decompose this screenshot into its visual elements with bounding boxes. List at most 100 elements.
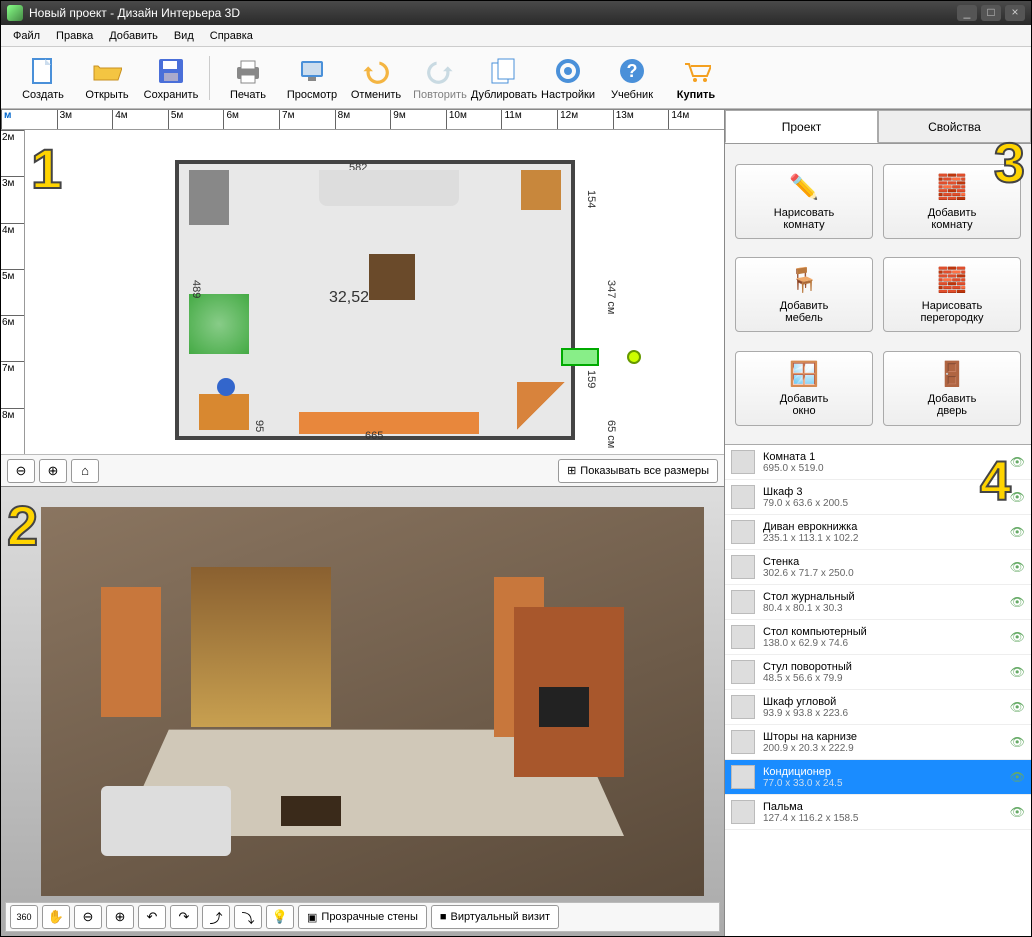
visibility-icon[interactable]: 👁	[1010, 560, 1025, 574]
add-furniture-button[interactable]: 🪑Добавитьмебель	[735, 257, 873, 332]
furniture-sofa[interactable]	[319, 170, 459, 206]
ruler-horizontal: м 3м4м 5м6м 7м8м 9м10м 11м12м 13м14м	[1, 110, 724, 130]
furniture-wardrobe-corner[interactable]	[521, 170, 561, 210]
object-size: 200.9 x 20.3 x 222.9	[763, 743, 1002, 754]
menu-edit[interactable]: Правка	[48, 27, 101, 45]
zoom-in-button[interactable]: ⊕	[39, 459, 67, 483]
maximize-button[interactable]: □	[981, 5, 1001, 21]
transparent-walls-button[interactable]: ▣Прозрачные стены	[298, 905, 427, 929]
object-size: 48.5 x 56.6 x 79.9	[763, 673, 1002, 684]
tool-save[interactable]: Сохранить	[139, 50, 203, 106]
visibility-icon[interactable]: 👁	[1010, 490, 1025, 504]
callout-1: 1	[31, 136, 62, 201]
visibility-icon[interactable]: 👁	[1010, 630, 1025, 644]
list-item[interactable]: Стол компьютерный 138.0 x 62.9 x 74.6 👁	[725, 620, 1031, 655]
object-size: 302.6 x 71.7 x 250.0	[763, 568, 1002, 579]
add-door-button[interactable]: 🚪Добавитьдверь	[883, 351, 1021, 426]
virtual-visit-button[interactable]: ■Виртуальный визит	[431, 905, 559, 929]
room-area: 32,52	[329, 289, 369, 307]
visibility-icon[interactable]: 👁	[1010, 525, 1025, 539]
object-name: Кондиционер	[763, 766, 1002, 778]
visibility-icon[interactable]: 👁	[1010, 805, 1025, 819]
list-item[interactable]: Пальма 127.4 x 116.2 x 158.5 👁	[725, 795, 1031, 830]
close-button[interactable]: ×	[1005, 5, 1025, 21]
furniture-plant[interactable]	[189, 294, 249, 354]
thumbnail-icon	[731, 730, 755, 754]
tool-redo[interactable]: Повторить	[408, 50, 472, 106]
zoom-in-3d[interactable]: ⊕	[106, 905, 134, 929]
tool-open[interactable]: Открыть	[75, 50, 139, 106]
minimize-button[interactable]: _	[957, 5, 977, 21]
tv-3d	[539, 687, 589, 727]
object-name: Стул поворотный	[763, 661, 1002, 673]
pan-button[interactable]: ✋	[42, 905, 70, 929]
zoom-out-button[interactable]: ⊖	[7, 459, 35, 483]
menu-help[interactable]: Справка	[202, 27, 261, 45]
object-list[interactable]: Комната 1 695.0 x 519.0 👁 Шкаф 3 79.0 x …	[725, 444, 1031, 936]
titlebar: Новый проект - Дизайн Интерьера 3D _ □ ×	[1, 1, 1031, 25]
add-window-button[interactable]: 🪟Добавитьокно	[735, 351, 873, 426]
add-room-button[interactable]: 🧱Добавитькомнату	[883, 164, 1021, 239]
list-item[interactable]: Кондиционер 77.0 x 33.0 x 24.5 👁	[725, 760, 1031, 795]
list-item[interactable]: Шкаф 3 79.0 x 63.6 x 200.5 👁	[725, 480, 1031, 515]
menu-add[interactable]: Добавить	[101, 27, 166, 45]
furniture-wardrobe[interactable]	[189, 170, 229, 225]
thumbnail-icon	[731, 765, 755, 789]
light-button[interactable]: 💡	[266, 905, 294, 929]
tab-project[interactable]: Проект	[725, 110, 878, 143]
menu-view[interactable]: Вид	[166, 27, 202, 45]
object-size: 93.9 x 93.8 x 223.6	[763, 708, 1002, 719]
furniture-table[interactable]	[369, 254, 415, 300]
rotate-right[interactable]: ↷	[170, 905, 198, 929]
list-item[interactable]: Стол журнальный 80.4 x 80.1 x 30.3 👁	[725, 585, 1031, 620]
visibility-icon[interactable]: 👁	[1010, 700, 1025, 714]
furniture-corner[interactable]	[517, 382, 565, 430]
furniture-wall-unit[interactable]	[299, 412, 479, 434]
tool-duplicate[interactable]: Дублировать	[472, 50, 536, 106]
furniture-desk[interactable]	[199, 394, 249, 430]
tool-buy[interactable]: Купить	[664, 50, 728, 106]
menu-file[interactable]: Файл	[5, 27, 48, 45]
room-outline[interactable]: 582 32,52	[175, 160, 575, 440]
draw-wall-button[interactable]: 🧱Нарисоватьперегородку	[883, 257, 1021, 332]
view-3d[interactable]: 2 360 ✋ ⊖ ⊕ ↶ ↷	[1, 486, 724, 936]
floor-plan[interactable]: 1 582 32,52	[25, 130, 724, 454]
list-item[interactable]: Шторы на карнизе 200.9 x 20.3 x 222.9 👁	[725, 725, 1031, 760]
list-item[interactable]: Стенка 302.6 x 71.7 x 250.0 👁	[725, 550, 1031, 585]
visibility-icon[interactable]: 👁	[1010, 735, 1025, 749]
tool-print[interactable]: Печать	[216, 50, 280, 106]
view3d-toolbar: 360 ✋ ⊖ ⊕ ↶ ↷ ⤴ ⤵ 💡 ▣Прозрачные стены ■В…	[5, 902, 720, 932]
list-item[interactable]: Шкаф угловой 93.9 x 93.8 x 223.6 👁	[725, 690, 1031, 725]
rotate-left[interactable]: ↶	[138, 905, 166, 929]
thumbnail-icon	[731, 590, 755, 614]
object-name: Диван еврокнижка	[763, 521, 1002, 533]
draw-room-button[interactable]: ✏️Нарисоватькомнату	[735, 164, 873, 239]
selected-ac[interactable]	[561, 348, 599, 366]
right-tabs: Проект Свойства	[725, 110, 1031, 144]
tool-preview[interactable]: Просмотр	[280, 50, 344, 106]
list-item[interactable]: Диван еврокнижка 235.1 x 113.1 x 102.2 👁	[725, 515, 1031, 550]
tab-properties[interactable]: Свойства	[878, 110, 1031, 143]
object-name: Шторы на карнизе	[763, 731, 1002, 743]
show-sizes-button[interactable]: ⊞Показывать все размеры	[558, 459, 718, 483]
tool-settings[interactable]: Настройки	[536, 50, 600, 106]
sofa-3d	[101, 786, 231, 856]
list-item[interactable]: Комната 1 695.0 x 519.0 👁	[725, 445, 1031, 480]
visibility-icon[interactable]: 👁	[1010, 770, 1025, 784]
rotate-360-button[interactable]: 360	[10, 905, 38, 929]
visibility-icon[interactable]: 👁	[1010, 665, 1025, 679]
tool-undo[interactable]: Отменить	[344, 50, 408, 106]
visibility-icon[interactable]: 👁	[1010, 595, 1025, 609]
furniture-chair[interactable]	[217, 378, 235, 396]
tilt-down[interactable]: ⤵	[234, 905, 262, 929]
tool-tutorial[interactable]: ?Учебник	[600, 50, 664, 106]
zoom-out-3d[interactable]: ⊖	[74, 905, 102, 929]
ruler-vertical: 2м3м 4м5м 6м7м 8м	[1, 130, 25, 454]
table-3d	[281, 796, 341, 826]
tilt-up[interactable]: ⤴	[202, 905, 230, 929]
home-button[interactable]: ⌂	[71, 459, 99, 483]
tool-new[interactable]: Создать	[11, 50, 75, 106]
visibility-icon[interactable]: 👁	[1010, 455, 1025, 469]
list-item[interactable]: Стул поворотный 48.5 x 56.6 x 79.9 👁	[725, 655, 1031, 690]
handle-icon[interactable]	[627, 350, 641, 364]
